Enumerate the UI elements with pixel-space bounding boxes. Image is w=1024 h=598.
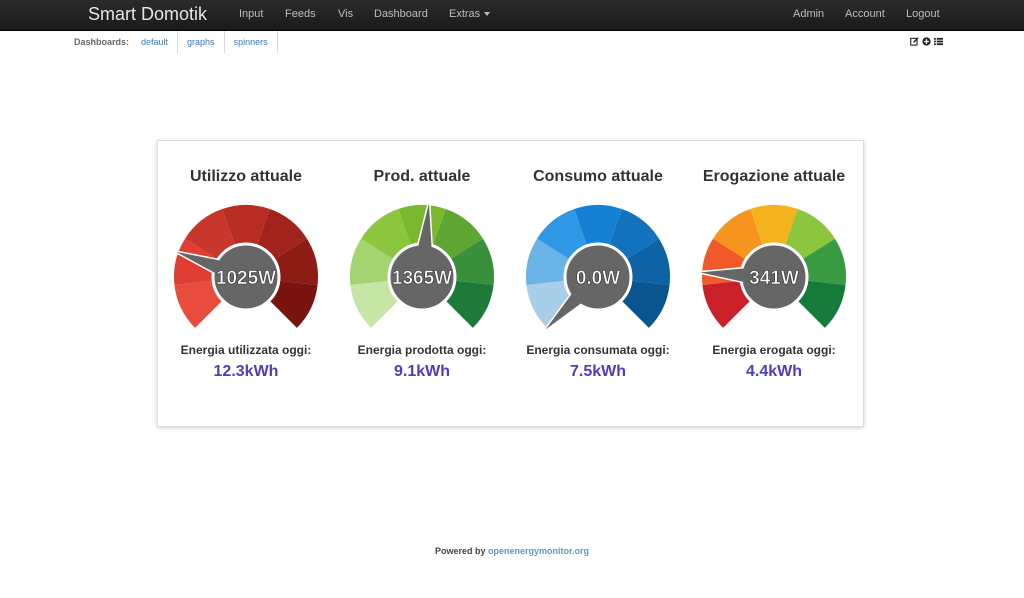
gauges-panel: Utilizzo attuale 1025W Energia utilizzat… (157, 140, 864, 427)
gauge-title: Prod. attuale (373, 168, 471, 185)
gauge-title: Consumo attuale (533, 168, 663, 185)
gauge-title: Erogazione attuale (702, 168, 846, 185)
dashboard-tab-graphs[interactable]: graphs (178, 31, 225, 53)
energy-label: Energia erogata oggi: (712, 343, 836, 357)
gauge-production: Prod. attuale 1365W Energia prodotta ogg… (334, 141, 510, 426)
energy-label: Energia prodotta oggi: (357, 343, 487, 357)
brand-title[interactable]: Smart Domotik (88, 4, 207, 25)
nav-extras[interactable]: Extras (449, 8, 491, 20)
nav-dashboard[interactable]: Dashboard (374, 8, 428, 20)
top-navbar: Smart Domotik Input Feeds Vis Dashboard … (0, 0, 1024, 31)
nav-account[interactable]: Account (845, 8, 885, 20)
gauge-consumption: Consumo attuale 0.0W Energia consumata o… (510, 141, 686, 426)
dashboards-label: Dashboards: (74, 37, 130, 47)
gauge-dial: 1365W (350, 201, 494, 328)
gauge-dial: 0.0W (526, 205, 670, 331)
energy-value: 9.1kWh (393, 363, 450, 380)
dashboard-tabs: default graphs spinners (132, 31, 278, 53)
nav-extras-label: Extras (449, 8, 481, 20)
energy-value: 4.4kWh (745, 363, 802, 380)
plus-circle-icon[interactable] (922, 37, 931, 46)
gauge-value: 0.0W (576, 268, 620, 289)
gauge-usage: Utilizzo attuale 1025W Energia utilizzat… (158, 141, 334, 426)
gauge-title: Utilizzo attuale (189, 168, 302, 185)
footer-prefix: Powered by (434, 546, 486, 556)
gauge-value: 1025W (216, 268, 276, 289)
nav-vis[interactable]: Vis (338, 8, 353, 20)
nav-admin[interactable]: Admin (793, 8, 824, 20)
footer-link[interactable]: openenergymonitor.org (488, 546, 589, 556)
gauge-value: 341W (749, 268, 799, 289)
gauge-dial: 341W (698, 205, 846, 328)
gauge-delivery: Erogazione attuale 341W Energia erogata … (686, 141, 862, 426)
dashboard-tab-default[interactable]: default (132, 31, 179, 53)
dashboard-tab-spinners[interactable]: spinners (225, 31, 278, 53)
energy-label: Energia consumata oggi: (526, 343, 670, 357)
nav-feeds[interactable]: Feeds (285, 8, 316, 20)
energy-value: 12.3kWh (213, 363, 279, 380)
nav-input[interactable]: Input (239, 8, 263, 20)
dashboard-tools (910, 37, 943, 46)
gauge-dial: 1025W (174, 205, 318, 328)
footer: Powered by openenergymonitor.org (0, 546, 1024, 556)
gauge-value: 1365W (392, 268, 452, 289)
nav-logout[interactable]: Logout (906, 8, 940, 20)
energy-value: 7.5kWh (569, 363, 626, 380)
edit-icon[interactable] (910, 37, 919, 46)
energy-label: Energia utilizzata oggi: (180, 343, 312, 357)
caret-down-icon (484, 12, 491, 17)
list-icon[interactable] (934, 37, 943, 46)
